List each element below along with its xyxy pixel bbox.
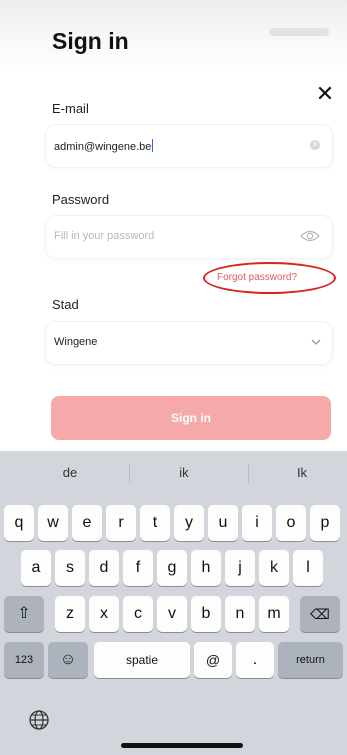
- password-placeholder: Fill in your password: [54, 230, 155, 242]
- suggestion-3[interactable]: Ik: [252, 451, 347, 495]
- email-value: admin@wingene.be: [54, 141, 152, 153]
- clear-icon[interactable]: ✕: [310, 140, 320, 150]
- key-q[interactable]: q: [4, 505, 34, 541]
- email-value-wrapper: admin@wingene.be: [54, 139, 154, 153]
- key-f[interactable]: f: [123, 550, 153, 586]
- on-screen-keyboard: de ik Ik q w e r t y u i o p a s d f g h…: [0, 451, 347, 755]
- key-o[interactable]: o: [276, 505, 306, 541]
- globe-icon[interactable]: [28, 709, 50, 731]
- city-value: Wingene: [54, 336, 98, 348]
- key-g[interactable]: g: [157, 550, 187, 586]
- numbers-key[interactable]: 123: [4, 642, 44, 678]
- suggestion-divider: [129, 463, 130, 483]
- password-field[interactable]: Fill in your password: [46, 216, 332, 258]
- key-x[interactable]: x: [89, 596, 119, 632]
- key-t[interactable]: t: [140, 505, 170, 541]
- key-c[interactable]: c: [123, 596, 153, 632]
- email-field[interactable]: admin@wingene.be ✕: [46, 125, 332, 167]
- key-h[interactable]: h: [191, 550, 221, 586]
- status-bar: [269, 28, 329, 36]
- key-l[interactable]: l: [293, 550, 323, 586]
- key-d[interactable]: d: [89, 550, 119, 586]
- suggestion-1[interactable]: de: [20, 451, 120, 495]
- key-s[interactable]: s: [55, 550, 85, 586]
- city-label: Stad: [52, 297, 79, 312]
- key-m[interactable]: m: [259, 596, 289, 632]
- key-j[interactable]: j: [225, 550, 255, 586]
- key-n[interactable]: n: [225, 596, 255, 632]
- forgot-password-link[interactable]: Forgot password?: [217, 272, 297, 283]
- key-v[interactable]: v: [157, 596, 187, 632]
- email-label: E-mail: [52, 101, 89, 116]
- key-p[interactable]: p: [310, 505, 340, 541]
- password-label: Password: [52, 192, 110, 207]
- key-e[interactable]: e: [72, 505, 102, 541]
- return-key[interactable]: return: [278, 642, 343, 678]
- close-icon[interactable]: ✕: [313, 82, 337, 106]
- key-r[interactable]: r: [106, 505, 136, 541]
- emoji-icon[interactable]: ☺: [48, 642, 88, 678]
- space-key[interactable]: spatie: [94, 642, 190, 678]
- eye-icon[interactable]: [300, 229, 320, 243]
- shift-icon[interactable]: ⇧: [4, 596, 44, 632]
- suggestion-2[interactable]: ik: [134, 451, 234, 495]
- sign-in-button[interactable]: Sign in: [51, 396, 331, 440]
- page-title: Sign in: [52, 28, 129, 54]
- key-b[interactable]: b: [191, 596, 221, 632]
- key-y[interactable]: y: [174, 505, 204, 541]
- key-u[interactable]: u: [208, 505, 238, 541]
- home-indicator: [121, 743, 243, 748]
- chevron-down-icon: [311, 339, 321, 345]
- text-cursor: [152, 139, 154, 152]
- dot-key[interactable]: .: [236, 642, 274, 678]
- key-a[interactable]: a: [21, 550, 51, 586]
- key-i[interactable]: i: [242, 505, 272, 541]
- at-key[interactable]: @: [194, 642, 232, 678]
- suggestion-divider: [248, 463, 249, 483]
- backspace-icon[interactable]: ⌫: [300, 596, 340, 632]
- key-z[interactable]: z: [55, 596, 85, 632]
- key-w[interactable]: w: [38, 505, 68, 541]
- key-k[interactable]: k: [259, 550, 289, 586]
- city-select[interactable]: Wingene: [46, 322, 332, 364]
